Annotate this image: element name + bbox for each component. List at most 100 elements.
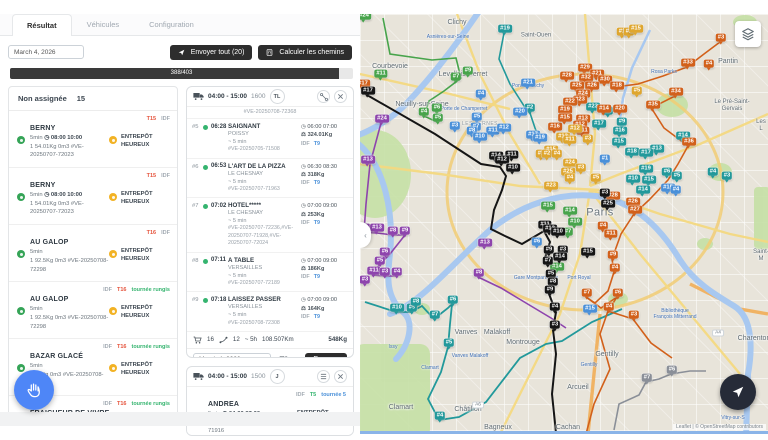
map-marker[interactable]: #11 <box>374 70 387 78</box>
map-marker[interactable]: #5 <box>444 339 454 347</box>
map-marker[interactable]: #9 <box>463 67 473 75</box>
map-marker[interactable]: #18 <box>625 148 639 156</box>
route-stop[interactable]: #907:18LAISSEZ PASSERVERSAILLES~ 5 min#V… <box>187 292 353 332</box>
tab-resultat[interactable]: Résultat <box>12 14 72 36</box>
map-marker[interactable]: #10 <box>568 218 582 226</box>
map-marker[interactable]: #14 <box>597 105 611 113</box>
map-marker[interactable]: #14 <box>563 207 577 215</box>
map-marker[interactable]: #19 <box>533 134 547 142</box>
map-marker[interactable]: #5 <box>433 114 443 122</box>
route-polyline[interactable] <box>614 371 706 430</box>
compute-routes-button[interactable]: Calculer les chemins <box>258 45 352 60</box>
shipment-card[interactable]: T16IDFAU GALOP5min1 92.5Kg 0m3 #VE-20250… <box>9 225 177 282</box>
map-marker[interactable]: #6 <box>532 238 542 246</box>
route-stop[interactable]: #707:02HOTEL*****LE CHESNAY~ 5 min#VE-20… <box>187 198 353 252</box>
map-marker[interactable]: #19 <box>498 25 512 33</box>
route-stop[interactable]: #606:53L'ART DE LA PIZZALE CHESNAY~ 5 mi… <box>187 159 353 199</box>
map-marker[interactable]: #20 <box>513 108 527 116</box>
map-marker[interactable]: #9 <box>617 118 627 126</box>
route-stop[interactable]: #506:28SAIGNANTPOISSY~ 5 min#VE-20250705… <box>187 119 353 159</box>
map-marker[interactable]: #15 <box>558 114 572 122</box>
shipment-card[interactable]: IDFT16tournée rungisAU GALOP5min1 92.5Kg… <box>9 282 177 339</box>
map-marker[interactable]: #24 <box>375 115 389 123</box>
map-marker[interactable]: #1 <box>600 155 610 163</box>
route2-list-button[interactable] <box>317 370 330 383</box>
map-marker[interactable]: #7 <box>543 257 553 265</box>
map-marker[interactable]: #18 <box>610 82 624 90</box>
map-marker[interactable]: #6 <box>662 168 672 176</box>
map-marker[interactable]: #3 <box>576 164 586 172</box>
route1-avatar[interactable]: TL <box>270 89 285 104</box>
map-marker[interactable]: #12 <box>497 124 511 132</box>
map-marker[interactable]: #21 <box>521 79 535 87</box>
map-marker[interactable]: #17 <box>639 149 653 157</box>
map-marker[interactable]: #23 <box>544 182 558 190</box>
map-marker[interactable]: #16 <box>613 127 627 135</box>
map-marker[interactable]: #15 <box>629 25 643 33</box>
map-marker[interactable]: #19 <box>639 165 653 173</box>
map-marker[interactable]: #3 <box>600 189 610 197</box>
map-marker[interactable]: #24 <box>360 14 371 20</box>
map-marker[interactable]: #5 <box>472 113 482 121</box>
map-marker[interactable]: #15 <box>612 138 626 146</box>
map-marker[interactable]: #6 <box>448 296 458 304</box>
map-marker[interactable]: #5 <box>632 87 642 95</box>
map-marker[interactable]: #8 <box>474 269 484 277</box>
map-marker[interactable]: #34 <box>669 88 683 96</box>
layers-button[interactable] <box>735 21 761 47</box>
map-marker[interactable]: #7 <box>642 374 652 382</box>
map-marker[interactable]: #5 <box>672 172 682 180</box>
route2-avatar[interactable]: J <box>270 369 285 384</box>
map-marker[interactable]: #28 <box>560 72 574 80</box>
map-marker[interactable]: #4 <box>435 412 445 420</box>
map-marker[interactable]: #4 <box>550 303 560 311</box>
map-marker[interactable]: #14 <box>553 253 567 261</box>
map-marker[interactable]: #4 <box>671 186 681 194</box>
map-marker[interactable]: #7 <box>582 289 592 297</box>
map-marker[interactable]: #9 <box>400 227 410 235</box>
shipment-card[interactable]: T15IDFBERNY5min ◷ 08:00 10:001 54.01Kg 0… <box>9 111 177 168</box>
map-marker[interactable]: #3 <box>722 172 732 180</box>
map-marker[interactable]: #2 <box>542 150 552 158</box>
locate-button[interactable] <box>720 374 756 410</box>
map-marker[interactable]: #17 <box>592 120 606 128</box>
map-marker[interactable]: #4 <box>604 303 614 311</box>
route2-close-button[interactable] <box>334 370 347 383</box>
date-input[interactable] <box>8 45 84 59</box>
map-marker[interactable]: #13 <box>478 239 492 247</box>
map-marker[interactable]: #9 <box>608 251 618 259</box>
map-marker[interactable]: #6 <box>613 289 623 297</box>
map-marker[interactable]: #4 <box>565 174 575 182</box>
map-marker[interactable]: #11 <box>367 267 380 275</box>
map-marker[interactable]: #27 <box>628 206 642 214</box>
map-marker[interactable]: #35 <box>646 101 660 109</box>
map-canvas[interactable]: ClichySaint-OuenPantinCourbevoieLevalloi… <box>360 14 768 434</box>
map-marker[interactable]: #5 <box>375 257 385 265</box>
send-all-button[interactable]: Envoyer tout (20) <box>170 45 253 60</box>
map-marker[interactable]: #4 <box>704 60 714 68</box>
map-marker[interactable]: #6 <box>667 366 677 374</box>
map-marker[interactable]: #4 <box>476 90 486 98</box>
map-marker[interactable]: #3 <box>583 135 593 143</box>
map-marker[interactable]: #5 <box>591 174 601 182</box>
route1-date-input[interactable] <box>193 353 271 358</box>
map-marker[interactable]: #10 <box>473 133 487 141</box>
map-marker[interactable]: #13 <box>361 156 375 164</box>
route1-close-button[interactable] <box>334 90 347 103</box>
map-marker[interactable]: #4 <box>392 268 402 276</box>
map-marker[interactable]: #4 <box>552 150 562 158</box>
map-marker[interactable]: #10 <box>551 228 565 236</box>
map-marker[interactable]: #3 <box>360 276 370 284</box>
map-marker[interactable]: #10 <box>626 175 640 183</box>
map-marker[interactable]: #7 <box>451 73 461 81</box>
map-marker[interactable]: #3 <box>450 122 460 130</box>
map-marker[interactable]: #6 <box>380 248 390 256</box>
map-marker[interactable]: #11 <box>604 230 617 238</box>
map-marker[interactable]: #15 <box>541 202 555 210</box>
map-marker[interactable]: #8 <box>388 227 398 235</box>
map-marker[interactable]: #10 <box>390 304 404 312</box>
map-marker[interactable]: #16 <box>548 123 562 131</box>
map-marker[interactable]: #8 <box>411 298 421 306</box>
map-marker[interactable]: #3 <box>550 321 560 329</box>
map-marker[interactable]: #9 <box>545 286 555 294</box>
